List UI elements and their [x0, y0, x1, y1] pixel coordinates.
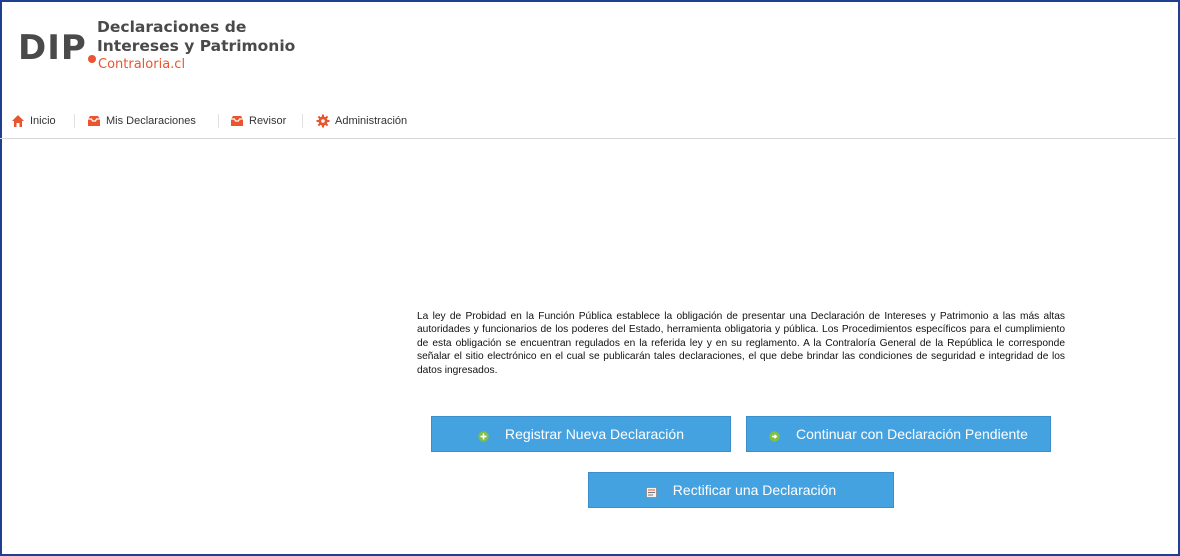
edit-document-icon: [645, 485, 657, 498]
intro-text: La ley de Probidad en la Función Pública…: [417, 311, 1065, 376]
nav-item-label: Revisor: [249, 115, 287, 127]
nav-divider: [218, 114, 219, 128]
nav-item-inicio[interactable]: Inicio: [11, 112, 56, 130]
button-label: Registrar Nueva Declaración: [505, 426, 684, 442]
arrow-right-circle-icon: [769, 429, 780, 442]
logo-subtitle: Contraloria.cl: [98, 57, 186, 72]
plus-circle-icon: [478, 429, 489, 442]
nav-divider: [74, 114, 75, 128]
inbox-icon: [87, 114, 101, 128]
logo-dot: [88, 55, 96, 63]
nav-divider: [302, 114, 303, 128]
logo-mark: DIP: [18, 28, 87, 68]
rectify-declaration-button[interactable]: Rectificar una Declaración: [588, 472, 894, 508]
inbox-icon: [230, 114, 244, 128]
nav-item-label: Inicio: [30, 115, 56, 127]
logo-title-line2: Intereses y Patrimonio: [97, 37, 296, 55]
button-label: Continuar con Declaración Pendiente: [796, 426, 1028, 442]
home-icon: [11, 114, 25, 128]
nav-item-mis-declaraciones[interactable]: Mis Declaraciones: [87, 112, 196, 130]
gear-icon: [316, 114, 330, 128]
main-nav: Inicio Mis Declaraciones Revisor Adminis…: [0, 108, 1176, 139]
button-label: Rectificar una Declaración: [672, 482, 837, 498]
continue-pending-declaration-button[interactable]: Continuar con Declaración Pendiente: [746, 416, 1051, 452]
nav-item-administracion[interactable]: Administración: [316, 112, 407, 130]
nav-item-label: Administración: [335, 115, 408, 127]
nav-item-revisor[interactable]: Revisor: [230, 112, 286, 130]
nav-item-label: Mis Declaraciones: [106, 115, 196, 127]
register-new-declaration-button[interactable]: Registrar Nueva Declaración: [431, 416, 731, 452]
logo-title-line1: Declaraciones de: [97, 18, 247, 36]
logo-title: Declaraciones de Intereses y Patrimonio: [97, 18, 297, 56]
